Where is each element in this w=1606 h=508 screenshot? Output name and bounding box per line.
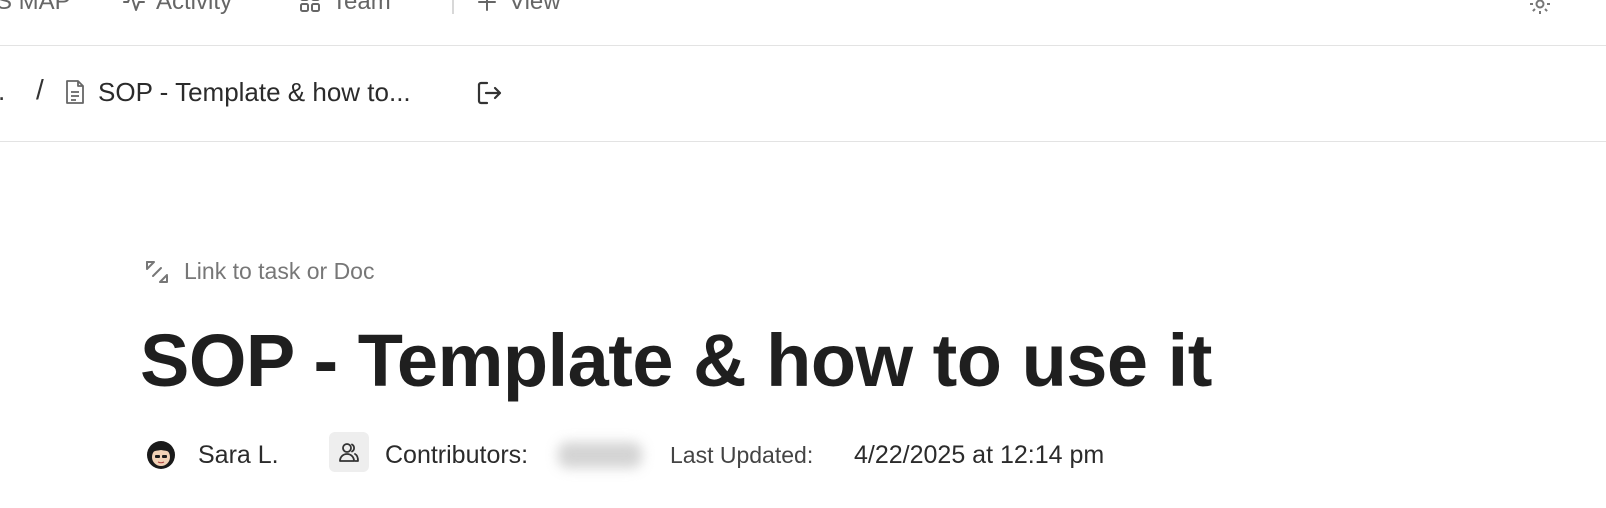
- link-to-task-button[interactable]: Link to task or Doc: [144, 258, 374, 285]
- page-title[interactable]: SOP - Template & how to use it: [140, 318, 1212, 403]
- contributors-blurred-names: [558, 442, 642, 468]
- author-name[interactable]: Sara L.: [198, 441, 279, 470]
- top-toolbar: S MAP Activity Team View: [0, 0, 1606, 46]
- last-updated-value: 4/22/2025 at 12:14 pm: [854, 441, 1105, 469]
- link-to-task-label: Link to task or Doc: [184, 258, 375, 284]
- settings-gear-icon[interactable]: [1528, 0, 1552, 16]
- nav-item-map[interactable]: S MAP: [0, 0, 71, 16]
- activity-icon: [123, 0, 145, 11]
- plus-icon: [478, 0, 496, 11]
- last-updated-label: Last Updated:: [670, 442, 814, 468]
- breadcrumb-separator: /: [36, 74, 44, 105]
- doc-meta-row: Sara L. Contributors: Last Updated: 4/22…: [146, 432, 1346, 476]
- avatar[interactable]: [146, 440, 176, 470]
- contributors-icon: [339, 443, 359, 462]
- nav-item-map-label: S MAP: [0, 0, 71, 15]
- nav-item-team-label: Team: [332, 0, 391, 15]
- contributors-label: Contributors:: [385, 441, 529, 469]
- add-view-label: View: [509, 0, 561, 15]
- nav-item-activity-label: Activity: [156, 0, 233, 15]
- team-grid-icon: [300, 0, 320, 12]
- breadcrumb-doc-title[interactable]: SOP - Template & how to...: [98, 77, 411, 108]
- nav-item-team[interactable]: Team: [298, 0, 391, 16]
- breadcrumb-ellipsis[interactable]: .: [0, 76, 5, 107]
- toolbar-divider: [452, 0, 454, 14]
- document-icon: [66, 80, 84, 104]
- nav-item-activity[interactable]: Activity: [122, 0, 232, 16]
- exit-doc-icon[interactable]: [475, 79, 503, 107]
- contributors-button[interactable]: [329, 432, 369, 472]
- link-arrows-icon: [146, 260, 168, 283]
- breadcrumb: . / SOP - Template & how to...: [0, 46, 1606, 142]
- add-view-button[interactable]: View: [475, 0, 561, 16]
